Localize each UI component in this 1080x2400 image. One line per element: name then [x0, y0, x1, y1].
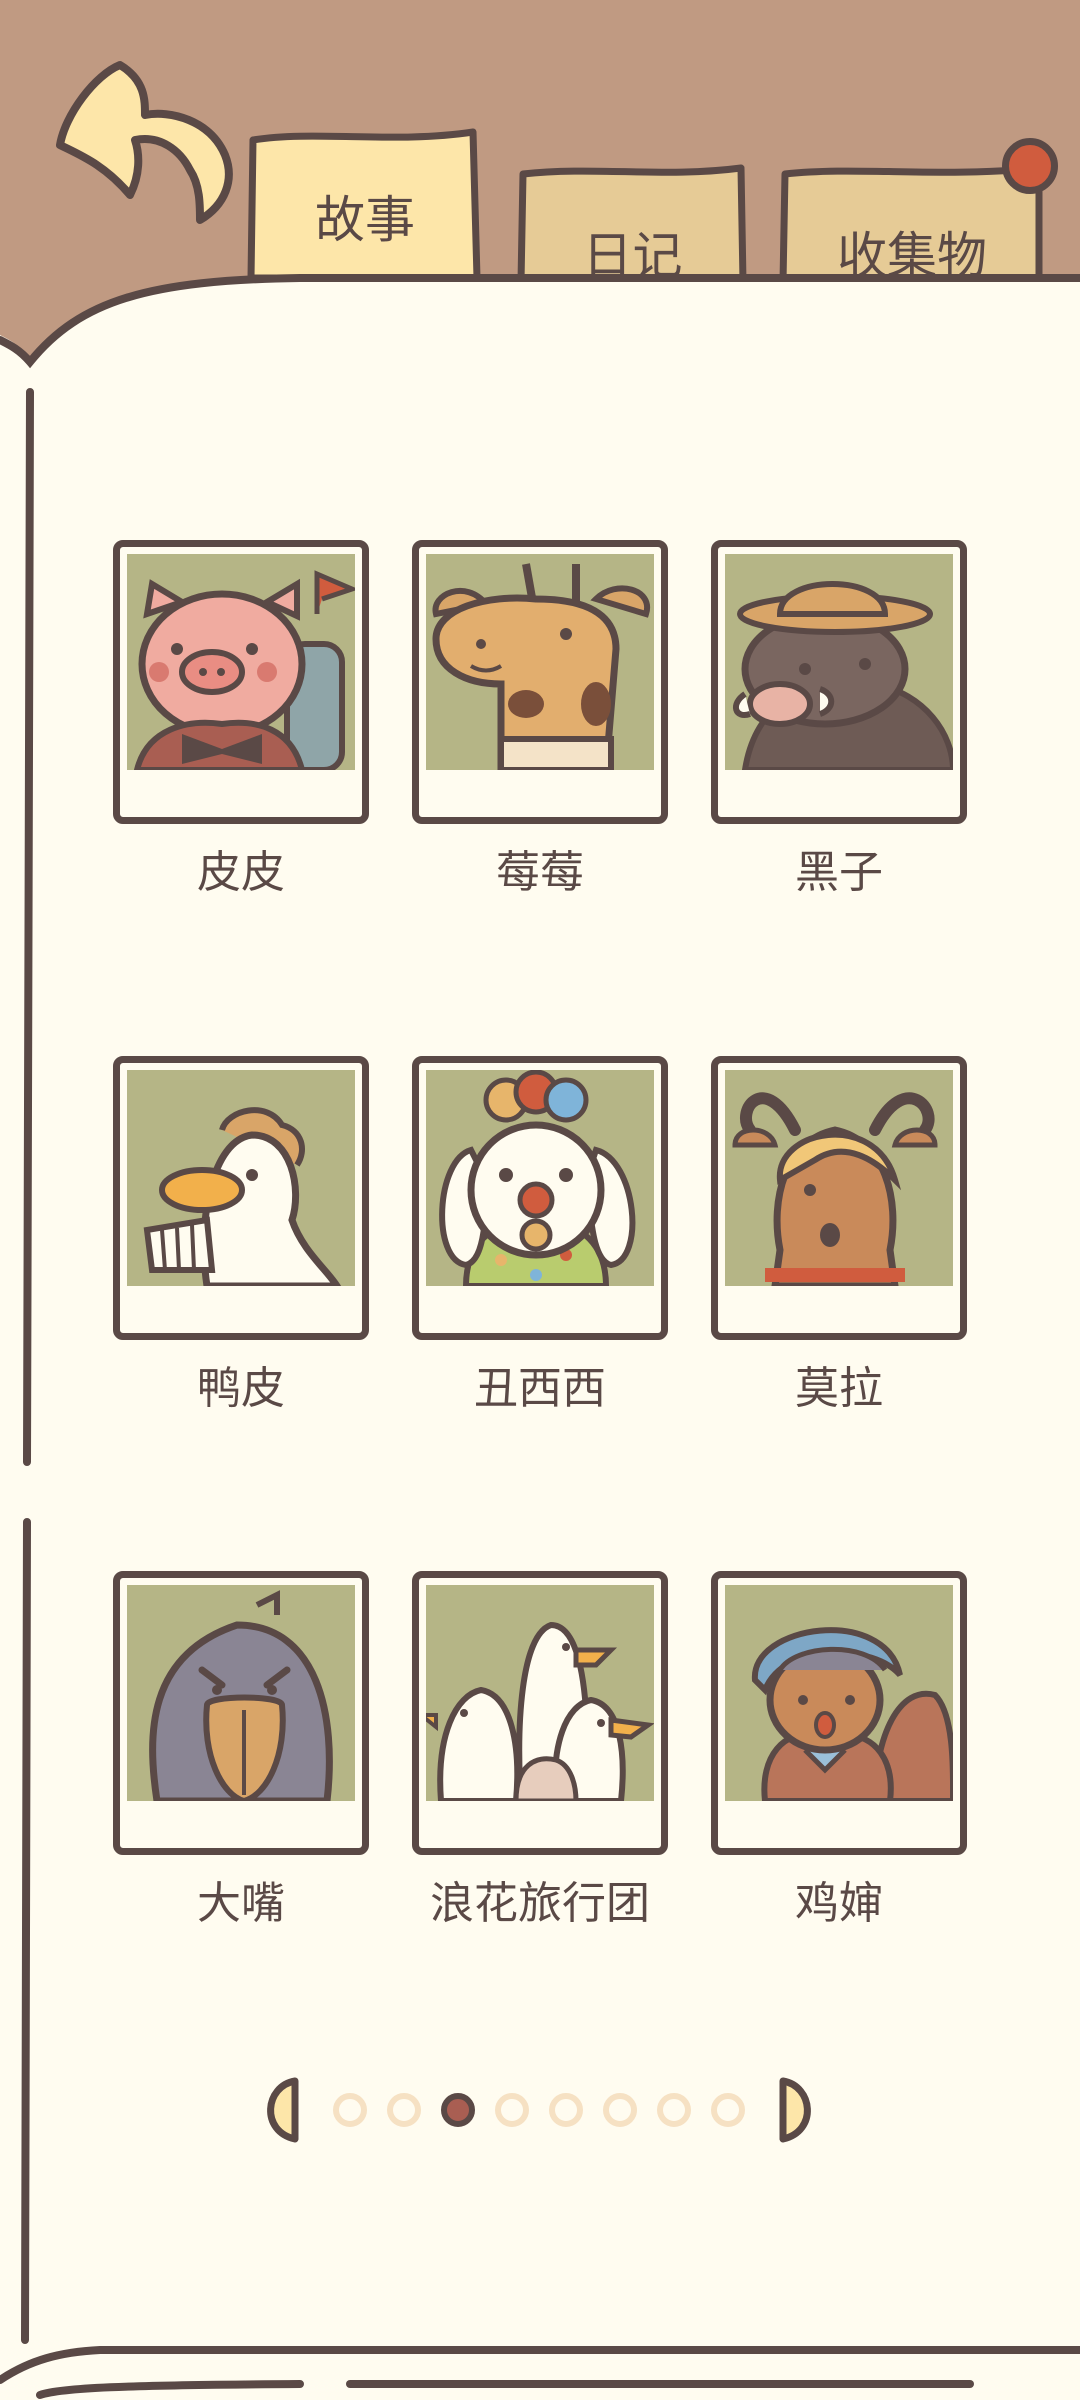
character-name: 莫拉: [795, 1363, 883, 1414]
photo: [127, 1070, 355, 1286]
pager-dot[interactable]: [495, 2093, 529, 2127]
photo: [127, 554, 355, 770]
character-name: 鸡婶: [795, 1878, 883, 1929]
pager-dot[interactable]: [657, 2093, 691, 2127]
goat-icon: [732, 1092, 938, 1286]
photo: [426, 1585, 654, 1801]
photo: [725, 1585, 953, 1801]
pager-dot[interactable]: [387, 2093, 421, 2127]
photo: [725, 1070, 953, 1286]
photo: [426, 554, 654, 770]
pager-dot[interactable]: [549, 2093, 583, 2127]
hen-icon: [751, 1627, 953, 1801]
chevron-left-icon: [267, 2077, 299, 2143]
seagulls-icon: [426, 1621, 654, 1801]
app-screen: 故事 日记 收集物 皮皮 莓莓 黑子 鸭皮 丑西西 莫拉 大嘴 浪花旅行团 鸡婶: [0, 0, 1080, 2400]
pig-icon: [133, 570, 355, 770]
shoebill-icon: [149, 1590, 333, 1801]
clown-dog-icon: [439, 1070, 636, 1286]
chevron-right-icon: [779, 2077, 811, 2143]
pager-dot-active[interactable]: [441, 2093, 475, 2127]
pager-dot[interactable]: [333, 2093, 367, 2127]
photo: [725, 554, 953, 770]
duck-icon: [143, 1107, 342, 1286]
pager-dot[interactable]: [603, 2093, 637, 2127]
photo: [127, 1585, 355, 1801]
photo: [426, 1070, 654, 1286]
boar-icon: [733, 581, 953, 770]
pager-dot[interactable]: [711, 2093, 745, 2127]
character-name: 黑子: [795, 847, 883, 898]
giraffe-icon: [432, 563, 651, 770]
pager-prev-button[interactable]: [255, 2076, 301, 2144]
pager-next-button[interactable]: [777, 2076, 823, 2144]
